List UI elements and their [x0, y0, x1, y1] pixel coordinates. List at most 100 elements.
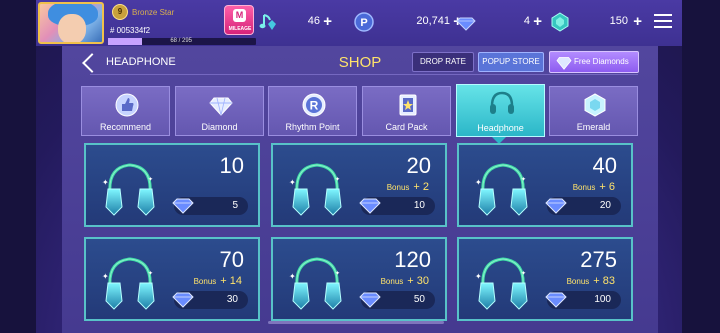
card-pack-icon	[399, 94, 417, 116]
item-amount: 120	[394, 247, 431, 272]
price-value: 20	[599, 200, 611, 211]
headphone-item[interactable]: ✦ ✦ 20 Bonus + 2 10	[271, 143, 447, 227]
currency-emerald[interactable]: 150 +	[548, 12, 646, 32]
headphone-item[interactable]: ✦ ✦ 275 Bonus + 83 100	[457, 237, 633, 321]
bonus-label: Bonus	[380, 277, 404, 286]
svg-text:✦: ✦	[475, 178, 482, 187]
bonus-label: Bonus	[193, 277, 217, 286]
diamond-icon	[545, 198, 567, 214]
price-value: 30	[226, 294, 238, 305]
currency-value: 46	[307, 15, 320, 27]
rank-badge-icon: 9	[112, 4, 128, 20]
scroll-indicator[interactable]	[268, 321, 444, 324]
xp-bar: 68 / 295	[108, 38, 256, 45]
bonus-value: + 6	[599, 181, 615, 193]
headphone-icon: ✦ ✦	[289, 163, 342, 216]
tab-label: Rhythm Point	[285, 122, 340, 132]
bonus-value: + 14	[220, 275, 242, 287]
headphone-icon: ✦ ✦	[102, 257, 155, 310]
price-button[interactable]: 50	[359, 291, 435, 309]
price-button[interactable]: 10	[359, 197, 435, 215]
headphone-icon: ✦ ✦	[475, 257, 528, 310]
price-button[interactable]: 20	[545, 197, 621, 215]
menu-icon[interactable]	[654, 14, 672, 30]
headphone-item[interactable]: ✦ ✦ 120 Bonus + 30 50	[271, 237, 447, 321]
svg-text:✦: ✦	[102, 178, 109, 187]
tab-label: Recommend	[99, 122, 152, 132]
diamond-icon	[172, 292, 194, 308]
bonus-label: Bonus	[566, 277, 590, 286]
add-icon[interactable]: +	[633, 13, 642, 30]
svg-text:✦: ✦	[475, 272, 482, 281]
thumbs-up-icon	[115, 93, 139, 117]
item-bonus: Bonus + 83	[567, 275, 615, 287]
rhythm-point-icon: R	[302, 93, 326, 117]
price-value: 10	[413, 200, 425, 211]
svg-text:✦: ✦	[521, 176, 526, 183]
item-amount: 20	[406, 153, 431, 178]
back-arrow-icon[interactable]	[80, 52, 96, 74]
xp-text: 68 / 295	[170, 38, 192, 44]
diamond-icon	[545, 292, 567, 308]
tab-diamond[interactable]: Diamond	[175, 86, 264, 136]
mileage-label: MILEAGE	[228, 26, 252, 32]
game-screen: 9 Bronze Star # 005334f2 68 / 295 M MILE…	[0, 0, 720, 333]
add-icon[interactable]: +	[323, 13, 332, 30]
diamond-icon	[172, 198, 194, 214]
item-amount: 275	[580, 247, 617, 272]
price-button[interactable]: 30	[172, 291, 248, 309]
item-amount: 40	[592, 153, 617, 178]
svg-text:P: P	[360, 17, 367, 29]
free-diamonds-button[interactable]: Free Diamonds	[549, 51, 639, 73]
drop-rate-button[interactable]: DROP RATE	[412, 52, 474, 72]
avatar-face	[58, 14, 86, 42]
diamond-icon	[209, 97, 233, 116]
currency-diamond[interactable]: 4 +	[456, 12, 548, 32]
currency-value: 20,741	[416, 15, 450, 27]
player-id: # 005334f2	[110, 26, 151, 35]
tab-headphone[interactable]: Headphone	[456, 84, 545, 137]
emerald-icon	[551, 12, 569, 32]
diamond-icon	[456, 17, 476, 31]
headphone-icon: ✦ ✦	[475, 163, 528, 216]
item-amount: 10	[219, 153, 244, 178]
headphone-item[interactable]: ✦ ✦ 40 Bonus + 6 20	[457, 143, 633, 227]
popup-store-button[interactable]: POPUP STORE	[478, 52, 544, 72]
mileage-button[interactable]: M MILEAGE	[224, 5, 254, 35]
headphone-icon	[490, 91, 514, 114]
tab-recommend[interactable]: Recommend	[81, 86, 170, 136]
tab-label: Diamond	[201, 122, 238, 132]
rank-name: Bronze Star	[132, 8, 175, 17]
bonus-value: + 30	[407, 275, 429, 287]
headphone-item[interactable]: ✦ ✦ 10 5	[84, 143, 260, 227]
tab-emerald[interactable]: Emerald	[549, 86, 638, 136]
item-amount: 70	[219, 247, 244, 272]
avatar[interactable]	[38, 2, 104, 44]
headphone-item[interactable]: ✦ ✦ 70 Bonus + 14 30	[84, 237, 260, 321]
price-value: 50	[413, 294, 425, 305]
bonus-value: + 2	[413, 181, 429, 193]
svg-text:✦: ✦	[148, 176, 153, 183]
bonus-label: Bonus	[386, 183, 410, 192]
item-bonus: Bonus + 2	[387, 181, 429, 193]
mileage-icon: M	[233, 9, 246, 22]
price-button[interactable]: 5	[172, 197, 248, 215]
currency-music-gem[interactable]: 46 +	[258, 12, 348, 32]
currency-value: 150	[609, 15, 628, 27]
svg-text:✦: ✦	[289, 272, 296, 281]
item-bonus: Bonus + 14	[194, 275, 242, 287]
bonus-value: + 83	[593, 275, 615, 287]
tab-label: Emerald	[576, 122, 611, 132]
tab-rhythm-point[interactable]: R Rhythm Point	[268, 86, 357, 136]
add-icon[interactable]: +	[533, 13, 542, 30]
price-value: 100	[594, 294, 611, 305]
left-margin	[0, 0, 36, 333]
price-value: 5	[232, 200, 238, 211]
svg-text:✦: ✦	[335, 176, 340, 183]
svg-text:✦: ✦	[148, 270, 153, 277]
svg-text:✦: ✦	[521, 270, 526, 277]
price-button[interactable]: 100	[545, 291, 621, 309]
rhythm-point-icon: P	[354, 12, 374, 32]
tab-card-pack[interactable]: Card Pack	[362, 86, 451, 136]
item-bonus: Bonus + 6	[573, 181, 615, 193]
